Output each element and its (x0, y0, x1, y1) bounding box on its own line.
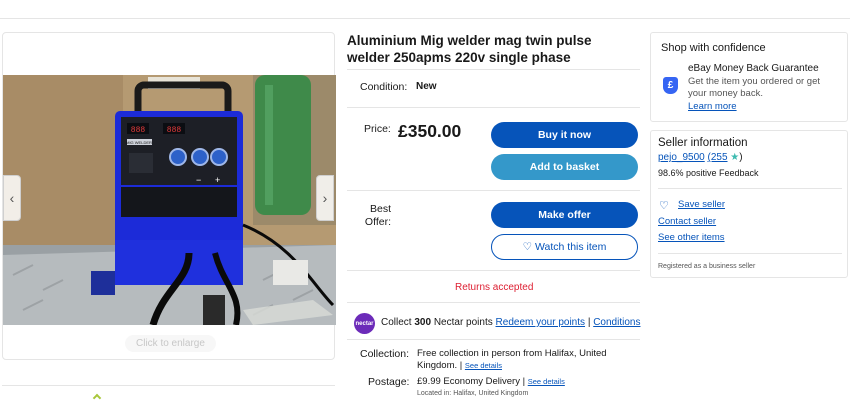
item-title: Aluminium Mig welder mag twin pulse weld… (347, 33, 592, 65)
collection-label: Collection: (360, 348, 410, 360)
item-location: Located in: Halifax, United Kingdom (417, 390, 529, 397)
price-value: £350.00 (398, 121, 462, 141)
condition-value: New (416, 81, 437, 92)
divider (347, 69, 640, 70)
nectar-suffix: Nectar points (433, 317, 493, 328)
seller-name-line: pejo_9500 (255 ★) (658, 152, 743, 163)
seller-heading: Seller information (658, 137, 748, 149)
previous-image-button[interactable]: ‹ (3, 175, 21, 221)
top-bar: ^ (0, 0, 850, 19)
save-seller-link[interactable]: Save seller (678, 199, 725, 210)
redeem-points-link[interactable]: Redeem your points (496, 317, 586, 328)
see-other-items-link[interactable]: See other items (658, 232, 725, 243)
nectar-logo-icon: nectar (354, 313, 375, 334)
seller-name-link[interactable]: pejo_9500 (658, 152, 705, 163)
postage-label: Postage: (368, 376, 410, 388)
display-left-text: 888 (131, 126, 146, 135)
divider (347, 302, 640, 303)
svg-text:+: + (215, 175, 220, 185)
watch-item-label: Watch this item (535, 241, 607, 253)
product-photo[interactable]: Peter Jones 888 888 MIG WELDER − + (3, 75, 336, 325)
nectar-prefix: Collect (381, 317, 412, 328)
pound-shield-icon: £ (663, 77, 678, 94)
postage-value: £9.99 Economy Delivery | See details (417, 376, 565, 387)
divider (347, 270, 640, 271)
model-plate-text: MIG WELDER (126, 140, 152, 145)
confidence-heading: Shop with confidence (661, 42, 766, 54)
make-offer-button[interactable]: Make offer (491, 202, 638, 228)
svg-text:−: − (196, 175, 201, 185)
heart-outline-icon[interactable]: ♡ (659, 199, 669, 212)
collection-text: Free collection in person from Halifax, … (417, 348, 607, 371)
chevron-up-icon[interactable]: ^ (420, 0, 424, 4)
postage-see-details-link[interactable]: See details (528, 377, 565, 386)
buy-it-now-button[interactable]: Buy it now (491, 122, 638, 148)
next-image-button[interactable]: › (316, 175, 334, 221)
feedback-count-close: ) (739, 152, 743, 163)
welder-photo-illustration: Peter Jones 888 888 MIG WELDER − + (3, 75, 336, 325)
divider (658, 188, 842, 189)
seller-information-card: Seller information pejo_9500 (255 ★) 98.… (650, 130, 848, 278)
conditions-link[interactable]: Conditions (593, 317, 640, 328)
image-gallery: Peter Jones 888 888 MIG WELDER − + ‹ › C… (2, 32, 336, 360)
thumbnail-divider (2, 385, 335, 386)
postage-service: Economy Delivery | (443, 376, 526, 387)
collection-see-details-link[interactable]: See details (465, 361, 502, 370)
best-offer-label: Best Offer: (364, 203, 391, 228)
learn-more-link[interactable]: Learn more (688, 101, 737, 112)
positive-feedback: 98.6% positive Feedback (658, 168, 759, 178)
chevron-left-icon: ‹ (9, 190, 15, 206)
money-back-guarantee-title: eBay Money Back Guarantee (688, 63, 819, 74)
condition-label: Condition: (360, 81, 408, 93)
display-right-text: 888 (167, 126, 182, 135)
divider (658, 253, 842, 254)
watch-item-button[interactable]: ♡ Watch this item (491, 234, 638, 260)
divider (347, 339, 640, 340)
chevron-right-icon: › (322, 190, 328, 206)
contact-seller-link[interactable]: Contact seller (658, 216, 716, 227)
collection-value: Free collection in person from Halifax, … (417, 348, 627, 372)
star-icon: ★ (730, 152, 740, 163)
postage-price: £9.99 (417, 376, 441, 387)
thumbnail-marker-icon (92, 393, 102, 402)
price-label: Price: (364, 123, 391, 135)
returns-accepted-text: Returns accepted (455, 282, 534, 293)
shop-with-confidence-card: Shop with confidence £ eBay Money Back G… (650, 32, 848, 122)
divider (347, 190, 640, 191)
nectar-points: 300 (414, 317, 432, 328)
divider (347, 107, 640, 108)
feedback-count-link[interactable]: (255 (708, 152, 728, 163)
money-back-guarantee-text: Get the item you ordered or get your mon… (688, 76, 821, 99)
click-to-enlarge-label[interactable]: Click to enlarge (125, 335, 216, 352)
nectar-points-line: Collect 300 Nectar points Redeem your po… (381, 317, 640, 328)
add-to-basket-button[interactable]: Add to basket (491, 154, 638, 180)
heart-icon: ♡ (522, 241, 533, 253)
nectar-separator: | (587, 317, 591, 328)
registered-business-text: Registered as a business seller (658, 263, 756, 270)
